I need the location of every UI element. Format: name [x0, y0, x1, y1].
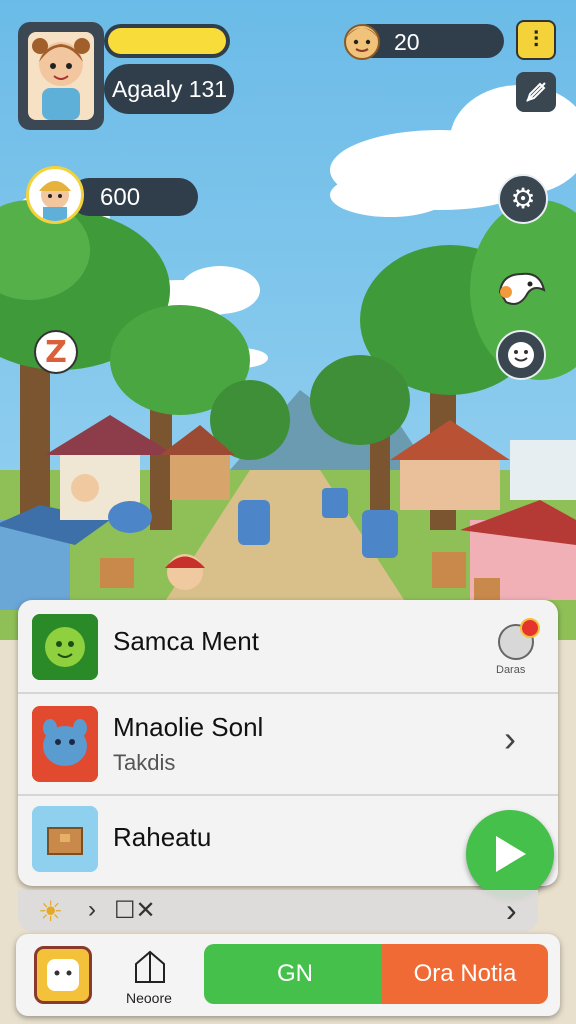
home-label: Neoore: [126, 990, 172, 1006]
home-button[interactable]: Neoore: [120, 942, 180, 1010]
task-badge-icon: [498, 618, 540, 660]
goat-icon: [498, 272, 546, 305]
player-name-pill: Agaaly 131: [104, 64, 234, 114]
close-box-icon[interactable]: ☐✕: [114, 896, 156, 925]
menu-button[interactable]: ⫶: [516, 20, 556, 60]
orange-action-label: Ora Notia: [413, 960, 517, 987]
currency-value: 20: [394, 29, 420, 55]
gear-icon: ⚙: [510, 183, 536, 214]
xp-bar: [104, 24, 230, 58]
coins-pill[interactable]: 600: [70, 178, 198, 216]
chevron-right-icon: ›: [88, 896, 96, 923]
settings-button[interactable]: ⚙: [498, 174, 548, 224]
character-button[interactable]: [34, 946, 92, 1004]
task-thumbnail: [32, 806, 98, 872]
bottom-bar: Neoore GN Ora Notia: [16, 934, 560, 1016]
avatar-girl-icon: [28, 32, 94, 120]
smile-icon: [508, 342, 534, 368]
menu-icon: ⫶: [533, 27, 539, 52]
task-thumbnail: [32, 614, 98, 680]
chevron-right-icon[interactable]: ›: [504, 718, 516, 760]
sun-icon[interactable]: ☀: [38, 895, 63, 928]
chevron-right-icon[interactable]: ›: [506, 892, 517, 929]
task-title: Raheatu: [113, 822, 212, 852]
pet-button[interactable]: [492, 262, 548, 312]
coins-value: 600: [100, 184, 141, 211]
task-title: Samca Ment: [113, 626, 259, 656]
task-row[interactable]: Samca Ment Daras: [18, 600, 558, 692]
player-name: Agaaly 131: [112, 76, 228, 102]
task-title: Mnaolie Sonl: [113, 712, 264, 742]
sleep-z-icon[interactable]: Z: [34, 330, 78, 374]
go-label: GN: [277, 960, 313, 987]
secondary-avatar[interactable]: [26, 166, 84, 224]
go-button[interactable]: GN: [204, 944, 386, 1004]
task-badge-label: Daras: [496, 664, 526, 676]
task-subtitle: Takdis: [113, 750, 176, 775]
edit-icon: [526, 82, 546, 102]
house-icon: [135, 950, 165, 983]
play-icon: [496, 836, 526, 872]
emoji-button[interactable]: [496, 330, 546, 380]
xp-bar-fill: [108, 28, 226, 54]
player-profile-card[interactable]: [18, 22, 104, 130]
play-button[interactable]: [466, 810, 554, 898]
orange-action-button[interactable]: Ora Notia: [382, 944, 548, 1004]
edit-button[interactable]: [516, 72, 556, 112]
quick-strip: ☀ › ☐✕ ›: [18, 890, 538, 932]
task-thumbnail: [32, 706, 98, 782]
task-row[interactable]: Mnaolie Sonl Takdis ›: [18, 694, 558, 794]
coin-face-icon: [342, 18, 382, 62]
